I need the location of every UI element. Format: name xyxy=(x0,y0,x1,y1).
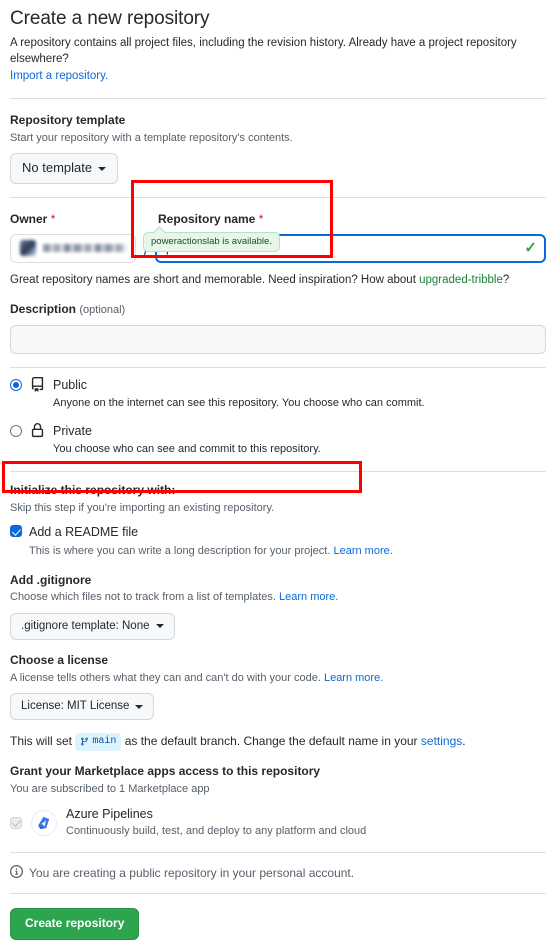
divider-header xyxy=(10,97,546,99)
create-repository-page: Create a new repository A repository con… xyxy=(0,0,556,940)
create-repository-button[interactable]: Create repository xyxy=(10,908,140,940)
page-subtitle-text: A repository contains all project files,… xyxy=(10,36,517,66)
branch-note-middle: as the default branch. Change the defaul… xyxy=(121,734,421,749)
repo-name-suggestion-link[interactable]: upgraded-tribble xyxy=(419,274,503,286)
template-dropdown-value: No template xyxy=(22,160,93,176)
marketplace-app-row: Azure Pipelines Continuously build, test… xyxy=(10,807,546,839)
divider-visibility xyxy=(10,470,546,472)
repository-template-section: Repository template Start your repositor… xyxy=(10,112,546,184)
marketplace-app-description: Continuously build, test, and deploy to … xyxy=(66,824,367,837)
divider-footer xyxy=(10,893,546,894)
radio-public[interactable] xyxy=(10,378,22,391)
visibility-info-text: You are creating a public repository in … xyxy=(29,866,355,880)
initialize-section: Initialize this repository with: Skip th… xyxy=(10,482,546,751)
marketplace-heading: Grant your Marketplace apps access to th… xyxy=(10,764,321,779)
branch-note-prefix: This will set xyxy=(10,734,76,749)
visibility-section: Public Anyone on the internet can see th… xyxy=(10,376,546,458)
gitignore-learn-more-link[interactable]: Learn more. xyxy=(279,591,338,603)
visibility-public-text: Public Anyone on the internet can see th… xyxy=(53,376,546,412)
repo-name-column: Repository name * xyxy=(158,211,546,228)
license-dropdown[interactable]: License: MIT License xyxy=(10,693,155,721)
owner-label-text: Owner xyxy=(10,212,48,226)
owner-select[interactable] xyxy=(10,233,136,263)
license-label: Choose a license xyxy=(10,652,109,667)
divider-marketplace xyxy=(10,852,546,853)
branch-badge: main xyxy=(75,732,122,751)
template-dropdown[interactable]: No template xyxy=(10,153,119,184)
readme-learn-more-link[interactable]: Learn more. xyxy=(333,545,392,557)
gitignore-template-dropdown[interactable]: .gitignore template: None xyxy=(10,612,175,640)
visibility-option-private[interactable]: Private You choose who can see and commi… xyxy=(10,422,546,458)
azure-pipelines-icon xyxy=(31,809,57,836)
marketplace-section: Grant your Marketplace apps access to th… xyxy=(10,763,546,839)
initialize-heading: Initialize this repository with: xyxy=(10,482,176,497)
description-optional-text: (optional) xyxy=(79,304,126,317)
page-title: Create a new repository xyxy=(10,8,210,29)
info-icon xyxy=(10,865,23,881)
repo-availability-tooltip-wrapper: poweractionslab is available. xyxy=(143,232,280,253)
gitignore-label: Add .gitignore xyxy=(10,572,92,587)
checkbox-azure-pipelines xyxy=(10,816,22,829)
readme-description: This is where you can write a long descr… xyxy=(29,543,546,560)
page-subtitle: A repository contains all project files,… xyxy=(10,35,546,85)
checkbox-add-readme[interactable] xyxy=(10,525,22,538)
repo-availability-tooltip: poweractionslab is available. xyxy=(143,232,280,253)
avatar xyxy=(20,240,36,257)
gitignore-description: Choose which files not to track from a l… xyxy=(10,589,546,606)
repository-template-label: Repository template xyxy=(10,112,126,127)
default-branch-note: This will set main as the default branch… xyxy=(10,732,546,751)
owner-column: Owner * xyxy=(10,211,136,228)
repo-name-label: Repository name * xyxy=(158,211,546,228)
license-learn-more-link[interactable]: Learn more. xyxy=(324,672,383,684)
license-description-text: A license tells others what they can and… xyxy=(10,671,324,684)
repo-name-hint-prefix: Great repository names are short and mem… xyxy=(10,273,420,286)
visibility-private-text: Private You choose who can see and commi… xyxy=(53,422,546,458)
description-label: Description (optional) xyxy=(10,301,546,318)
marketplace-subheading: You are subscribed to 1 Marketplace app xyxy=(10,783,210,796)
chevron-down-icon xyxy=(98,166,107,171)
description-label-text: Description xyxy=(10,302,77,317)
repository-template-description: Start your repository with a template re… xyxy=(10,131,293,144)
chevron-down-icon xyxy=(155,624,164,629)
repo-name-hint-suffix: ? xyxy=(502,273,510,286)
repo-name-required-mark: * xyxy=(258,212,264,226)
repo-icon xyxy=(30,376,45,397)
license-section: Choose a license A license tells others … xyxy=(10,652,546,721)
license-description: A license tells others what they can and… xyxy=(10,670,546,687)
readme-label: Add a README file xyxy=(29,525,139,540)
description-section: Description (optional) xyxy=(10,301,546,354)
lock-icon xyxy=(30,423,45,443)
visibility-private-description: You choose who can see and commit to thi… xyxy=(53,443,321,456)
gitignore-description-text: Choose which files not to track from a l… xyxy=(10,591,280,604)
description-input[interactable] xyxy=(10,324,546,354)
visibility-option-public[interactable]: Public Anyone on the internet can see th… xyxy=(10,376,546,412)
gitignore-section: Add .gitignore Choose which files not to… xyxy=(10,572,546,640)
branch-note-suffix: . xyxy=(462,734,466,749)
divider-template xyxy=(10,197,546,198)
visibility-info-note: You are creating a public repository in … xyxy=(10,865,546,881)
visibility-public-description: Anyone on the internet can see this repo… xyxy=(53,396,425,409)
divider-description xyxy=(10,366,546,368)
marketplace-app-text: Azure Pipelines Continuously build, test… xyxy=(66,807,366,839)
visibility-public-title: Public xyxy=(53,377,88,392)
radio-private[interactable] xyxy=(10,425,22,438)
owner-label: Owner * xyxy=(10,211,136,228)
visibility-private-title: Private xyxy=(53,424,92,439)
import-repository-link[interactable]: Import a repository. xyxy=(10,70,108,82)
branch-settings-link[interactable]: settings xyxy=(421,734,462,748)
owner-username-redacted xyxy=(43,244,126,253)
repo-name-label-text: Repository name xyxy=(158,212,256,226)
marketplace-app-name: Azure Pipelines xyxy=(66,806,153,821)
repo-name-hint: Great repository names are short and mem… xyxy=(10,272,546,289)
owner-required-mark: * xyxy=(50,212,56,226)
readme-description-text: This is where you can write a long descr… xyxy=(29,545,334,558)
initialize-subheading: Skip this step if you're importing an ex… xyxy=(10,501,275,514)
gitignore-dropdown-value: .gitignore template: None xyxy=(21,619,150,632)
branch-badge-name: main xyxy=(92,735,117,747)
license-dropdown-value: License: MIT License xyxy=(21,700,130,713)
chevron-down-icon xyxy=(135,704,144,709)
readme-checkbox-row[interactable]: Add a README file xyxy=(10,525,546,540)
